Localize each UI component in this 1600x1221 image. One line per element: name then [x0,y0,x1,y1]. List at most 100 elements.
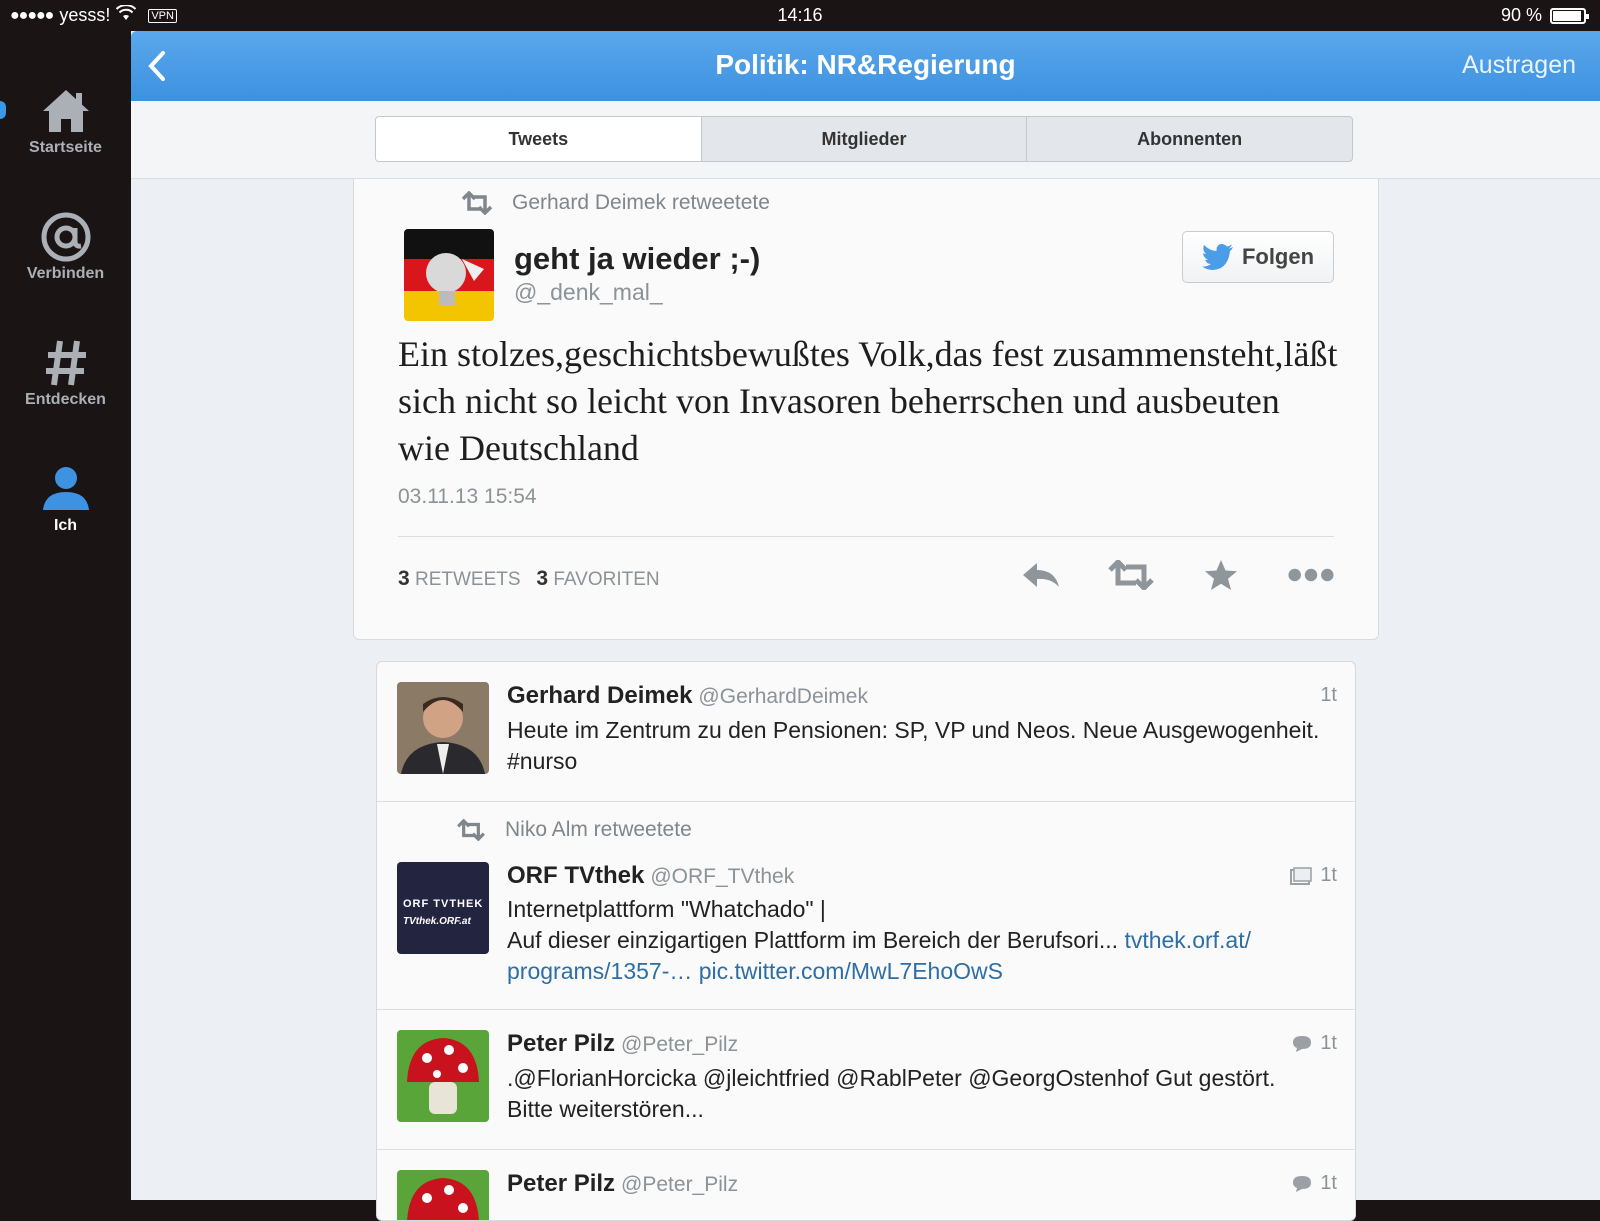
sidebar-label: Verbinden [26,265,105,282]
list-item[interactable]: Niko Alm retweetete ORF TVTHEK TVthek.OR… [377,802,1355,1010]
tweet-time: 1t [1290,864,1337,887]
author-name: Gerhard Deimek [507,682,693,709]
twitter-bird-icon [1201,244,1233,270]
time-label: 1t [1320,1032,1337,1054]
retweeted-by-label: Niko Alm retweetete [505,818,692,841]
retweet-context: Gerhard Deimek retweetete [460,191,770,215]
tweet-pic-link[interactable]: pic.twitter.com/MwL7EhoOwS [699,958,1003,984]
tab-bar: Tweets Mitglieder Abonnenten [131,101,1600,179]
clock: 14:16 [777,5,823,25]
sidebar-label: Startseite [29,139,102,156]
main-area: Politik: NR&Regierung Austragen Tweets M… [131,31,1600,1221]
segmented-control: Tweets Mitglieder Abonnenten [375,116,1353,162]
person-icon [0,461,131,517]
hash-icon [0,335,131,391]
avatar-logo-sub: TVthek.ORF.at [403,916,471,927]
retweet-icon [1108,560,1154,590]
list-item[interactable]: Peter Pilz @Peter_Pilz 1t [377,1150,1355,1220]
retweet-icon [457,819,485,841]
avatar[interactable] [397,1030,489,1122]
tweet-date: 03.11.13 15:54 [398,485,537,508]
tweet-actions [1018,555,1334,595]
battery-percent: 90 % [1500,5,1542,25]
time-label: 1t [1320,684,1337,706]
tweet-author[interactable]: Peter Pilz @Peter_Pilz [507,1030,738,1058]
avatar[interactable] [397,682,489,774]
more-button[interactable] [1288,555,1334,595]
author-name: ORF TVthek [507,862,645,889]
tweet-text: Heute im Zentrum zu den Pensionen: SP, V… [507,717,1320,774]
conversation-icon [1293,1175,1312,1192]
tweet-text: Internetplattform "Whatchado" | Auf dies… [507,894,1327,987]
avatar[interactable] [397,1170,489,1220]
tweet-time: 1t [1292,1172,1337,1195]
sidebar-item-entdecken[interactable]: Entdecken [0,335,131,409]
sidebar: Startseite Verbinden Entdecken Ich [0,31,131,1200]
retweet-icon [461,191,493,215]
avatar[interactable] [404,229,494,321]
home-icon [0,83,131,139]
tweet-author-handle[interactable]: @_denk_mal_ [514,279,663,306]
unsubscribe-button[interactable]: Austragen [1462,51,1576,80]
list-item[interactable]: Peter Pilz @Peter_Pilz 1t .@FlorianHorcic… [377,1010,1355,1150]
sidebar-item-ich[interactable]: Ich [0,461,131,535]
tweet-text: Ein stolzes,geschichtsbewußtes Volk,das … [398,334,1338,468]
tweet-detail: Gerhard Deimek retweetete geht ja wieder… [353,179,1379,640]
tweet-time: 1t [1320,684,1337,707]
author-handle: @GerhardDeimek [698,685,868,708]
sidebar-item-startseite[interactable]: Startseite [0,83,131,157]
author-name: Peter Pilz [507,1170,616,1197]
tweet-text-line1: Internetplattform "Whatchado" | [507,896,826,922]
author-name: Peter Pilz [507,1030,616,1057]
reply-button[interactable] [1018,555,1064,595]
star-icon [1205,560,1237,590]
page-title: Politik: NR&Regierung [715,49,1016,80]
follow-button[interactable]: Folgen [1182,231,1334,283]
tweet-author[interactable]: Gerhard Deimek @GerhardDeimek [507,682,868,710]
reply-icon [1023,563,1059,587]
tweet-text-body: Auf dieser einzigartigen Plattform im Be… [507,927,1119,953]
time-label: 1t [1320,1172,1337,1194]
nav-bar: Politik: NR&Regierung Austragen [131,31,1600,101]
time-label: 1t [1320,864,1337,886]
tab-tweets[interactable]: Tweets [376,117,702,161]
tweet-author[interactable]: Peter Pilz @Peter_Pilz [507,1170,738,1198]
favorites-count: 3 [536,567,549,590]
more-icon [1288,568,1334,582]
tweet-timeline: Gerhard Deimek @GerhardDeimek 1t Heute im… [376,661,1356,1221]
tweet-text-line3: programs/1357-… pic.twitter.com/MwL7EhoO… [507,956,1327,987]
follow-label: Folgen [1241,244,1315,269]
sidebar-label: Entdecken [25,391,106,408]
retweeted-by-label: Gerhard Deimek retweetete [512,191,770,214]
divider [398,536,1334,537]
retweet-context: Niko Alm retweetete [455,818,692,842]
media-icon [1290,866,1313,885]
avatar[interactable]: ORF TVTHEK TVthek.ORF.at [397,862,489,954]
tab-mitglieder[interactable]: Mitglieder [702,117,1028,161]
retweet-button[interactable] [1108,555,1154,595]
author-handle: @ORF_TVthek [650,865,795,888]
favorite-button[interactable] [1198,555,1244,595]
at-icon [0,209,131,265]
list-item[interactable]: Gerhard Deimek @GerhardDeimek 1t Heute im… [377,662,1355,802]
tab-abonnenten[interactable]: Abonnenten [1027,117,1352,161]
retweets-count: 3 [398,567,410,590]
conversation-icon [1293,1035,1312,1052]
author-handle: @Peter_Pilz [621,1173,739,1196]
tweet-link[interactable]: tvthek.orf.at/ [1124,927,1251,953]
tweet-time: 1t [1292,1032,1337,1055]
tweet-link[interactable]: programs/1357-… [507,958,692,984]
sidebar-label: Ich [53,517,78,534]
tweet-text: .@FlorianHorcicka @jleichtfried @RablPet… [507,1065,1276,1122]
avatar-logo-text: ORF TVTHEK [403,898,484,910]
status-right: 90 % [1500,5,1589,26]
retweets-label[interactable]: RETWEETS [415,569,521,590]
favorites-label[interactable]: FAVORITEN [553,569,659,590]
battery-icon [1550,7,1589,24]
tweet-author-name[interactable]: geht ja wieder ;-) [514,241,760,277]
tweet-author[interactable]: ORF TVthek @ORF_TVthek [507,862,794,890]
author-handle: @Peter_Pilz [621,1033,739,1056]
sidebar-item-verbinden[interactable]: Verbinden [0,209,131,283]
status-bar: ●●●●● yesss! VPN 14:16 90 % [0,0,1600,31]
tweet-stats: 3 RETWEETS 3 FAVORITEN [398,567,660,591]
